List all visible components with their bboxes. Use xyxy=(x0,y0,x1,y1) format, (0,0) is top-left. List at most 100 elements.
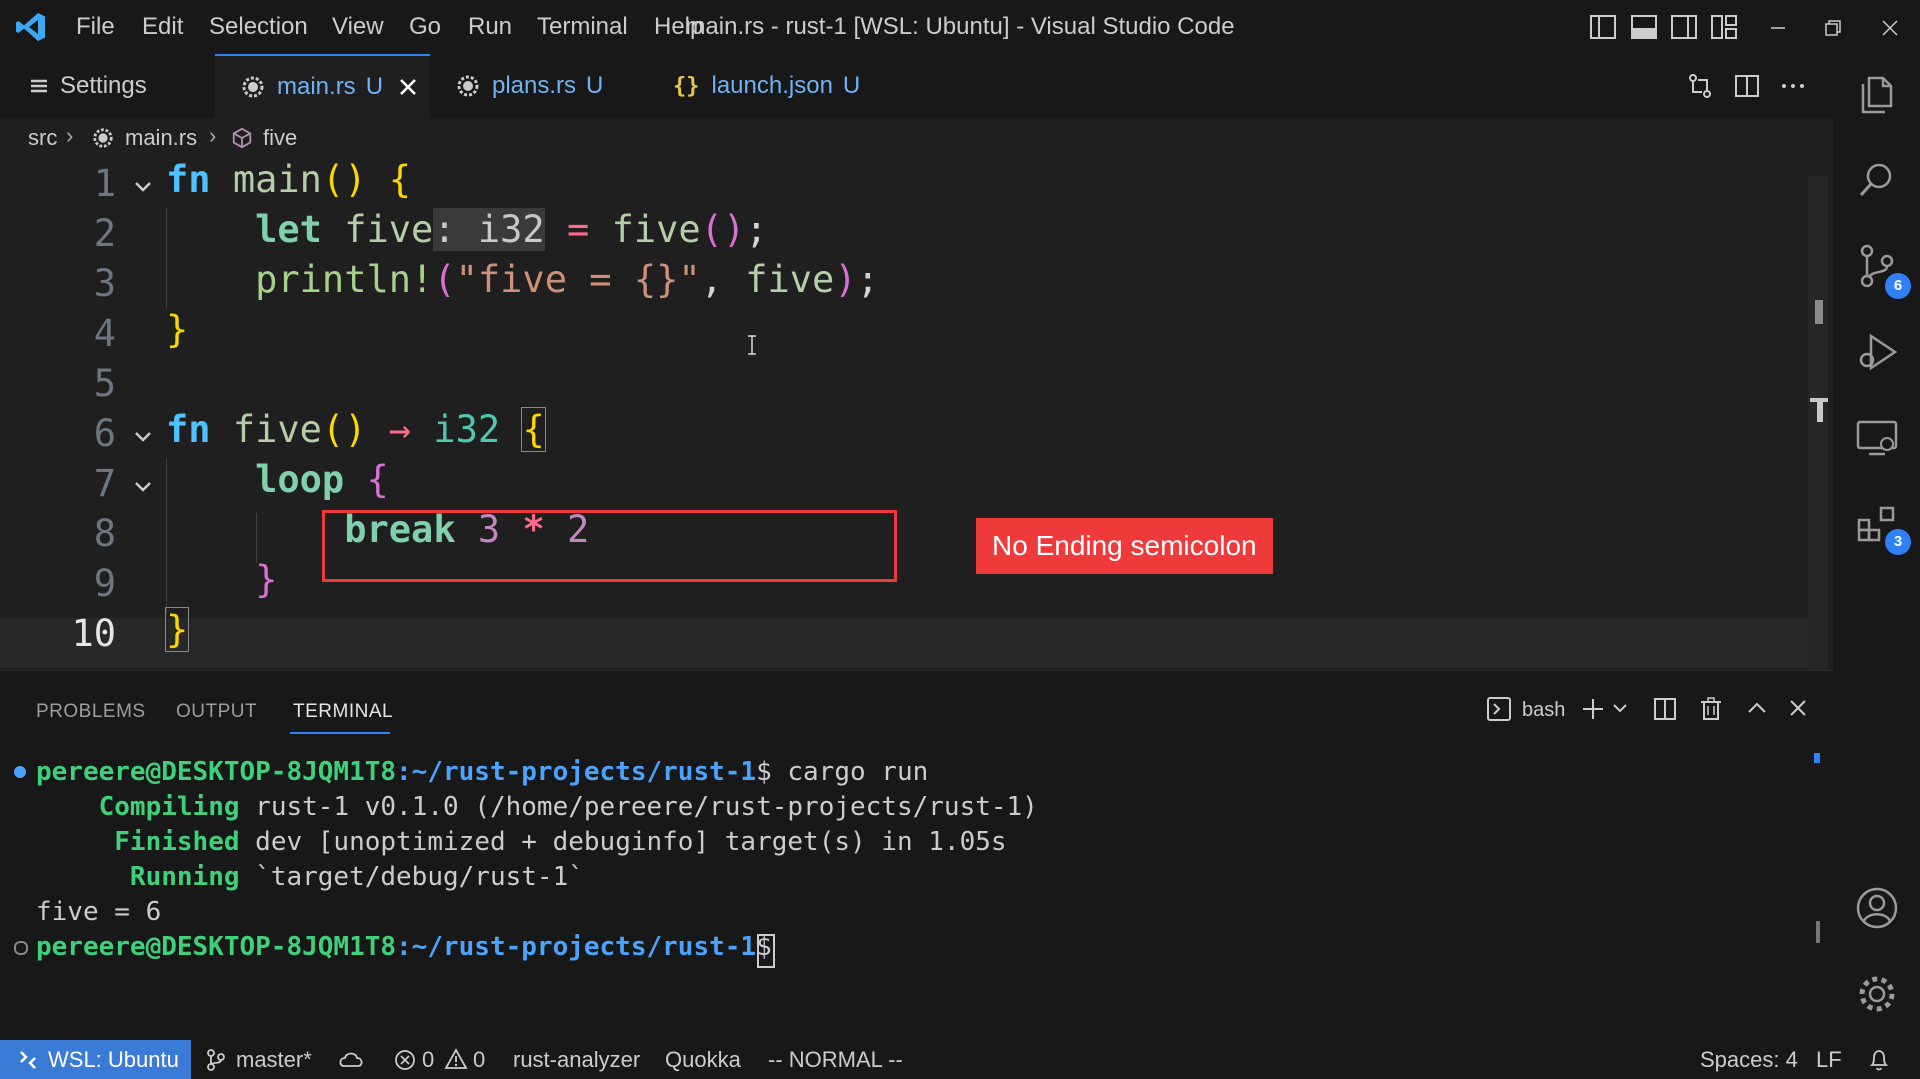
toggle-primary-sidebar-icon[interactable] xyxy=(1589,14,1617,40)
scrollbar-marker xyxy=(1815,300,1823,324)
code-line: println!("five = {}", five); xyxy=(255,258,879,301)
line-number: 2 xyxy=(93,212,116,255)
status-bar: WSL: Ubuntu master* 0 0 rust-analyzer Qu… xyxy=(0,1040,1920,1079)
notifications-bell-icon[interactable] xyxy=(1868,1048,1890,1072)
terminal-line: Compiling rust-1 v0.1.0 (/home/pereere/r… xyxy=(98,792,1038,822)
account-icon[interactable] xyxy=(1853,884,1901,932)
maximize-panel-icon[interactable] xyxy=(1746,698,1768,718)
scrollbar-marker xyxy=(1817,398,1823,422)
annotation-label: No Ending semicolon xyxy=(976,518,1273,574)
menu-view[interactable]: View xyxy=(332,13,384,41)
editor-scrollbar[interactable] xyxy=(1808,176,1828,670)
tab-label: Settings xyxy=(60,72,147,99)
chevron-right-icon: › xyxy=(66,123,74,148)
warning-count[interactable]: 0 xyxy=(473,1047,485,1073)
code-line: let five: i32 = five(); xyxy=(255,208,768,251)
fold-chevron-icon[interactable] xyxy=(133,480,153,494)
tab-main-rs[interactable]: main.rs U xyxy=(215,54,430,118)
remote-explorer-icon[interactable] xyxy=(1853,414,1901,462)
tab-settings[interactable]: Settings xyxy=(0,54,215,118)
tab-output[interactable]: OUTPUT xyxy=(176,701,257,723)
inlay-type-hint: : i32 xyxy=(433,208,545,251)
fold-chevron-icon[interactable] xyxy=(133,430,153,444)
breadcrumb-file[interactable]: main.rs xyxy=(125,125,197,151)
close-tab-icon[interactable] xyxy=(399,78,417,96)
terminal-line: five = 6 xyxy=(36,897,162,927)
line-number: 5 xyxy=(93,362,116,405)
line-number: 1 xyxy=(93,162,116,205)
indentation-setting[interactable]: Spaces: 4 xyxy=(1700,1047,1798,1073)
line-number: 8 xyxy=(93,512,116,555)
rust-file-icon xyxy=(93,128,113,148)
breadcrumb: src › main.rs › five xyxy=(0,118,1833,158)
close-panel-icon[interactable] xyxy=(1788,698,1808,718)
breadcrumb-symbol[interactable]: five xyxy=(263,125,297,151)
more-actions-icon[interactable] xyxy=(1779,72,1807,100)
terminal-scrollbar[interactable] xyxy=(1816,921,1820,943)
toggle-secondary-sidebar-icon[interactable] xyxy=(1670,14,1698,40)
run-debug-icon[interactable] xyxy=(1853,328,1901,376)
terminal-cursor xyxy=(757,934,775,968)
git-branch[interactable]: master* xyxy=(236,1047,312,1073)
menu-file[interactable]: File xyxy=(76,13,115,41)
settings-gear-icon[interactable] xyxy=(1853,970,1901,1018)
line-number: 9 xyxy=(93,562,116,605)
sync-cloud-icon[interactable] xyxy=(338,1048,364,1072)
explorer-files-icon[interactable] xyxy=(1853,70,1901,118)
fold-chevron-icon[interactable] xyxy=(133,180,153,194)
untracked-badge: U xyxy=(842,72,861,99)
shell-name[interactable]: bash xyxy=(1522,699,1565,722)
matching-bracket: } xyxy=(164,607,190,652)
remote-icon xyxy=(20,1051,36,1069)
command-success-dot xyxy=(14,766,26,778)
code-line: } xyxy=(255,558,278,601)
menu-help[interactable]: Help xyxy=(654,13,703,41)
remote-label: WSL: Ubuntu xyxy=(48,1047,179,1072)
terminal-line: pereere@DESKTOP-8JQM1T8:~/rust-projects/… xyxy=(36,757,929,787)
vim-mode: -- NORMAL -- xyxy=(768,1047,903,1072)
menu-edit[interactable]: Edit xyxy=(142,13,183,41)
title-bar: File Edit Selection View Go Run Terminal… xyxy=(0,0,1920,54)
new-terminal-icon[interactable] xyxy=(1580,696,1606,722)
close-window-icon[interactable] xyxy=(1880,18,1900,38)
menu-terminal[interactable]: Terminal xyxy=(537,13,628,41)
split-editor-icon[interactable] xyxy=(1733,72,1761,100)
tab-label: plans.rs xyxy=(492,72,577,99)
restore-icon[interactable] xyxy=(1823,18,1843,38)
rust-analyzer-status[interactable]: rust-analyzer xyxy=(513,1047,640,1073)
remote-indicator[interactable]: WSL: Ubuntu xyxy=(0,1040,191,1079)
menu-run[interactable]: Run xyxy=(468,13,512,41)
error-icon xyxy=(395,1050,415,1070)
breadcrumb-folder[interactable]: src xyxy=(28,125,57,151)
extensions-badge: 3 xyxy=(1885,529,1911,555)
toggle-panel-icon[interactable] xyxy=(1630,14,1658,40)
chevron-right-icon: › xyxy=(209,123,217,148)
search-icon[interactable] xyxy=(1853,156,1901,204)
quokka-status[interactable]: Quokka xyxy=(665,1047,741,1073)
error-count[interactable]: 0 xyxy=(422,1047,434,1073)
menu-selection[interactable]: Selection xyxy=(209,13,308,41)
terminal-line: Running `target/debug/rust-1` xyxy=(129,862,584,892)
function-cube-icon xyxy=(232,127,252,149)
menu-go[interactable]: Go xyxy=(409,13,441,41)
tab-label: main.rs xyxy=(277,73,356,100)
tab-problems[interactable]: PROBLEMS xyxy=(36,701,146,723)
tab-launch-json[interactable]: {} launch.json U xyxy=(645,54,895,118)
customize-layout-icon[interactable] xyxy=(1710,14,1738,40)
code-editor[interactable]: 1 2 3 4 5 6 7 8 9 10 fn main() { let fiv… xyxy=(0,158,1833,670)
split-terminal-icon[interactable] xyxy=(1652,696,1678,722)
minimize-icon[interactable] xyxy=(1768,18,1788,38)
open-changes-icon[interactable] xyxy=(1686,72,1714,100)
rust-file-icon xyxy=(457,75,479,97)
tab-terminal[interactable]: TERMINAL xyxy=(293,701,393,723)
matching-bracket: { xyxy=(521,407,546,452)
trash-icon[interactable] xyxy=(1698,696,1724,722)
warning-icon xyxy=(444,1048,468,1069)
chevron-down-icon[interactable] xyxy=(1612,703,1628,715)
text-cursor-icon xyxy=(748,335,756,355)
scrollbar-marker xyxy=(1814,753,1820,763)
line-number: 6 xyxy=(93,412,116,455)
tab-plans-rs[interactable]: plans.rs U xyxy=(430,54,645,118)
line-number: 4 xyxy=(93,312,116,355)
line-ending[interactable]: LF xyxy=(1816,1047,1842,1073)
